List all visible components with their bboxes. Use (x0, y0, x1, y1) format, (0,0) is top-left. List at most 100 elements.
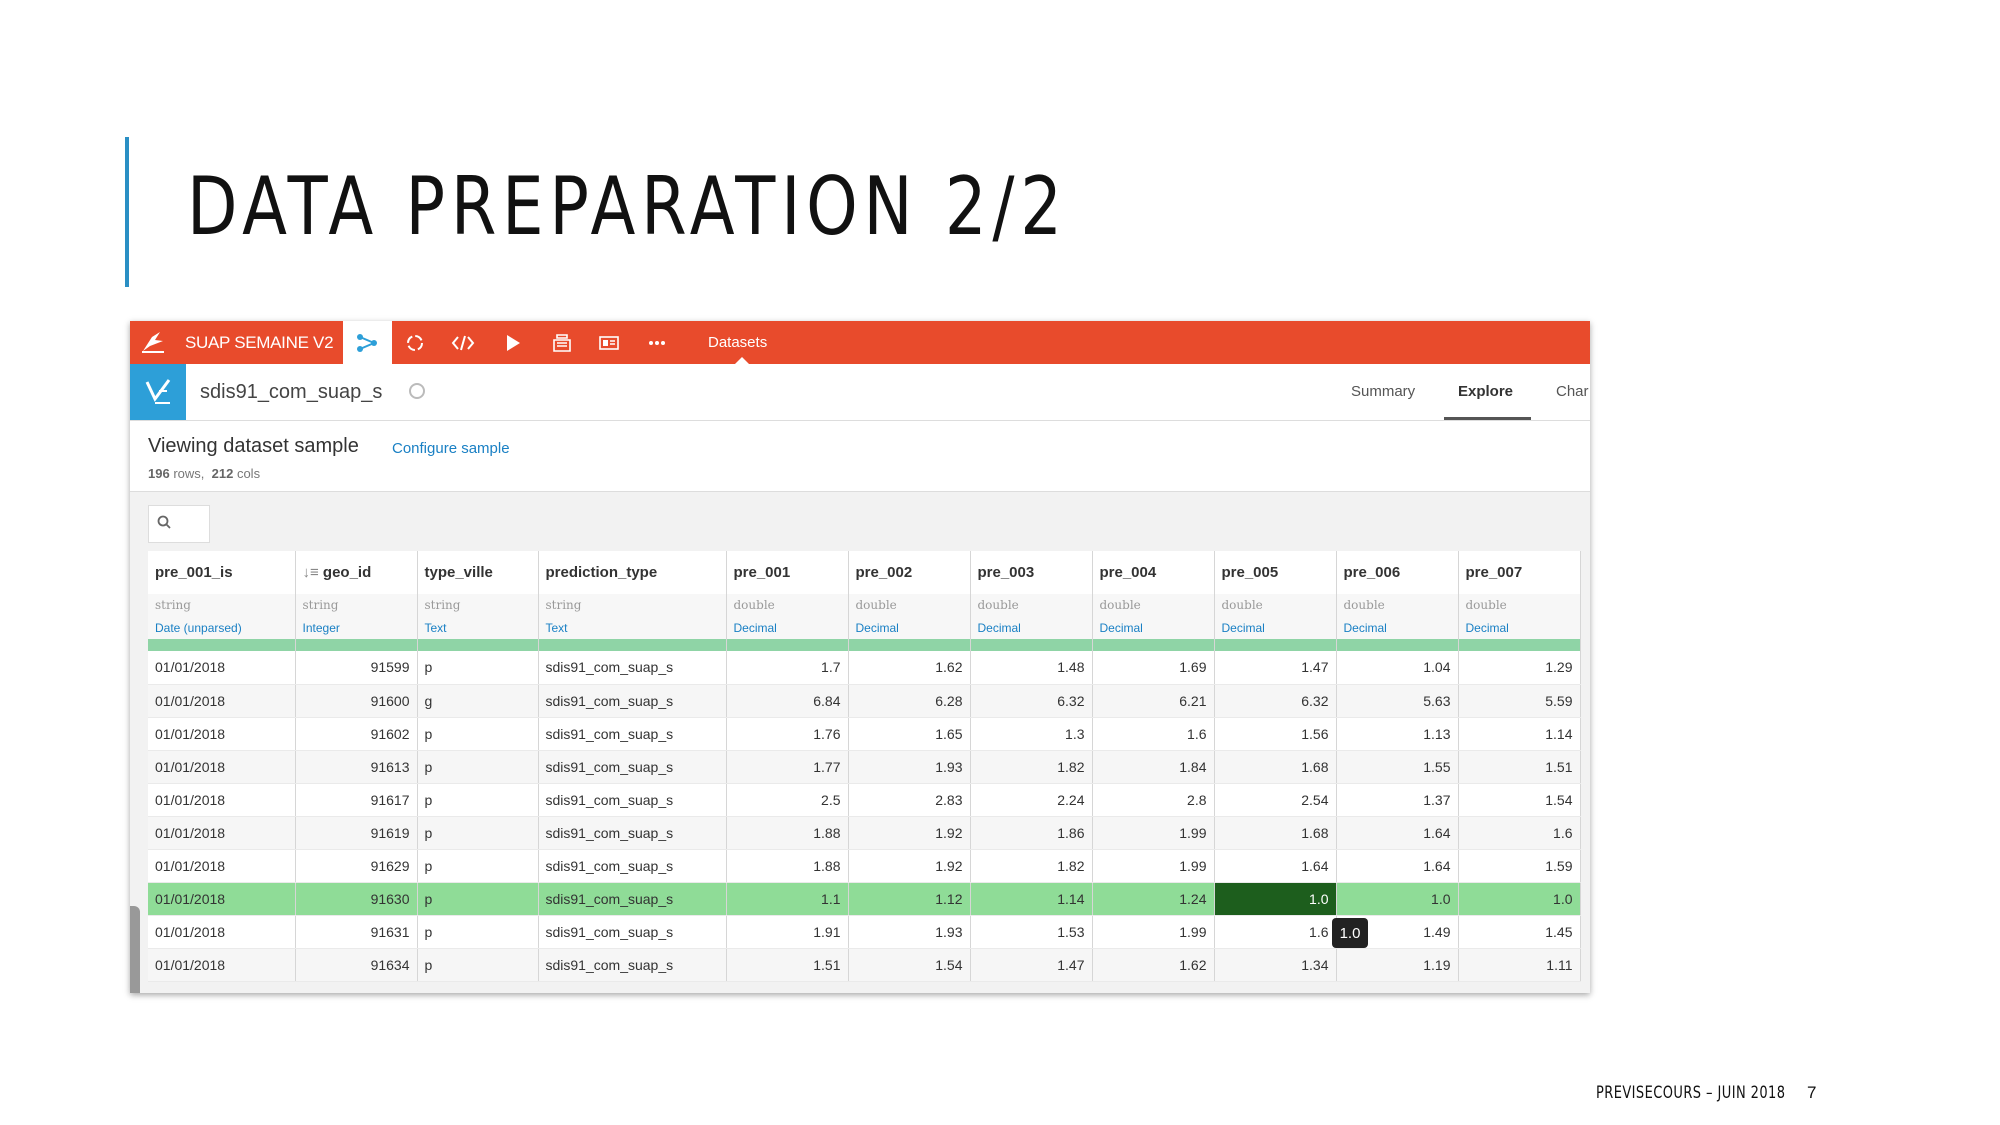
table-cell[interactable]: 01/01/2018 (148, 915, 296, 949)
table-cell[interactable]: 91602 (295, 717, 418, 751)
table-cell[interactable]: 1.6 (1458, 816, 1581, 850)
code-icon[interactable] (446, 321, 480, 364)
table-cell[interactable]: 1.19 (1336, 948, 1459, 982)
more-icon[interactable] (640, 321, 674, 364)
column-header[interactable]: pre_006 (1336, 551, 1459, 594)
column-header[interactable]: ↓≡ geo_id (295, 551, 418, 594)
flow-button[interactable] (343, 321, 392, 364)
table-cell[interactable]: p (417, 849, 539, 883)
table-cell[interactable]: 1.64 (1336, 816, 1459, 850)
column-meaning[interactable]: Decimal (1458, 616, 1581, 639)
table-cell[interactable]: sdis91_com_suap_s (538, 783, 727, 817)
table-cell[interactable]: 1.3 (970, 717, 1093, 751)
table-row[interactable]: 01/01/2018 91602 p sdis91_com_suap_s 1.76 1.6… (148, 717, 1581, 751)
table-cell[interactable]: 1.6 (1214, 915, 1337, 949)
table-row[interactable]: 01/01/2018 91617 p sdis91_com_suap_s 2.5 2.83… (148, 783, 1581, 817)
table-cell[interactable]: 1.51 (726, 948, 849, 982)
table-cell[interactable]: 1.14 (1458, 717, 1581, 751)
vertical-scroll-handle[interactable] (130, 906, 140, 993)
table-cell[interactable]: g (417, 684, 539, 718)
table-cell[interactable]: sdis91_com_suap_s (538, 816, 727, 850)
column-meaning[interactable]: Date (unparsed) (148, 616, 296, 639)
table-cell[interactable]: 1.82 (970, 750, 1093, 784)
column-meaning[interactable]: Integer (295, 616, 418, 639)
column-meaning[interactable]: Text (538, 616, 727, 639)
table-cell[interactable]: 1.88 (726, 816, 849, 850)
table-cell[interactable]: 1.14 (970, 882, 1093, 916)
table-cell[interactable]: 1.24 (1092, 882, 1215, 916)
search-input[interactable] (148, 505, 210, 543)
table-cell[interactable]: 1.82 (970, 849, 1093, 883)
table-cell[interactable]: 1.6 (1092, 717, 1215, 751)
column-meaning[interactable]: Decimal (1214, 616, 1337, 639)
table-cell[interactable]: 1.0 (1458, 882, 1581, 916)
column-meaning[interactable]: Decimal (1336, 616, 1459, 639)
table-cell[interactable]: sdis91_com_suap_s (538, 750, 727, 784)
bird-logo-icon[interactable] (140, 329, 166, 355)
table-cell[interactable]: 5.63 (1336, 684, 1459, 718)
column-header[interactable]: pre_004 (1092, 551, 1215, 594)
column-header[interactable]: type_ville (417, 551, 539, 594)
table-cell[interactable]: sdis91_com_suap_s (538, 948, 727, 982)
table-cell[interactable]: p (417, 816, 539, 850)
table-cell[interactable]: p (417, 651, 539, 685)
table-cell[interactable]: 01/01/2018 (148, 750, 296, 784)
table-cell[interactable]: 91599 (295, 651, 418, 685)
column-header[interactable]: pre_002 (848, 551, 971, 594)
table-cell[interactable]: 1.59 (1458, 849, 1581, 883)
table-cell[interactable]: p (417, 783, 539, 817)
table-cell[interactable]: 1.45 (1458, 915, 1581, 949)
table-cell[interactable]: 91631 (295, 915, 418, 949)
table-cell[interactable]: 1.77 (726, 750, 849, 784)
tab-explore[interactable]: Explore (1458, 364, 1513, 420)
table-cell[interactable]: 91630 (295, 882, 418, 916)
table-row[interactable]: 01/01/2018 91634 p sdis91_com_suap_s 1.51 1.5… (148, 948, 1581, 982)
table-cell[interactable]: sdis91_com_suap_s (538, 651, 727, 685)
table-cell[interactable]: 01/01/2018 (148, 684, 296, 718)
table-cell[interactable]: 1.64 (1214, 849, 1337, 883)
recipe-cycle-icon[interactable] (398, 321, 432, 364)
table-row[interactable]: 01/01/2018 91600 g sdis91_com_suap_s 6.84 6.2… (148, 684, 1581, 718)
table-cell[interactable]: sdis91_com_suap_s (538, 684, 727, 718)
table-cell[interactable]: 6.84 (726, 684, 849, 718)
table-cell[interactable]: 1.34 (1214, 948, 1337, 982)
table-cell[interactable]: p (417, 750, 539, 784)
table-cell[interactable]: 91619 (295, 816, 418, 850)
table-cell[interactable]: 1.54 (1458, 783, 1581, 817)
table-cell[interactable]: 91629 (295, 849, 418, 883)
table-row[interactable]: 01/01/2018 91619 p sdis91_com_suap_s 1.88 1.9… (148, 816, 1581, 850)
table-cell[interactable]: 01/01/2018 (148, 816, 296, 850)
table-cell[interactable]: 1.37 (1336, 783, 1459, 817)
edit-dataset-icon[interactable] (409, 383, 425, 399)
table-cell[interactable]: 1.88 (726, 849, 849, 883)
table-cell[interactable]: 91617 (295, 783, 418, 817)
table-cell[interactable]: 5.59 (1458, 684, 1581, 718)
table-cell[interactable]: 1.92 (848, 849, 971, 883)
table-cell[interactable]: 1.12 (848, 882, 971, 916)
column-meaning[interactable]: Text (417, 616, 539, 639)
table-cell[interactable]: 01/01/2018 (148, 849, 296, 883)
table-cell[interactable]: 1.54 (848, 948, 971, 982)
column-header[interactable]: pre_001 (726, 551, 849, 594)
table-cell[interactable]: 1.04 (1336, 651, 1459, 685)
table-cell[interactable]: 01/01/2018 (148, 948, 296, 982)
dashboard-icon[interactable] (592, 321, 626, 364)
table-cell[interactable]: 2.83 (848, 783, 971, 817)
table-cell[interactable]: sdis91_com_suap_s (538, 882, 727, 916)
table-cell[interactable]: 1.29 (1458, 651, 1581, 685)
table-cell[interactable]: 1.68 (1214, 750, 1337, 784)
table-cell[interactable]: 1.48 (970, 651, 1093, 685)
table-cell[interactable]: 2.24 (970, 783, 1093, 817)
table-cell[interactable]: p (417, 948, 539, 982)
table-cell[interactable]: 1.92 (848, 816, 971, 850)
configure-sample-link[interactable]: Configure sample (392, 440, 510, 457)
table-cell[interactable]: 1.99 (1092, 816, 1215, 850)
table-cell[interactable]: 2.5 (726, 783, 849, 817)
table-cell[interactable]: 01/01/2018 (148, 651, 296, 685)
table-cell[interactable]: sdis91_com_suap_s (538, 915, 727, 949)
table-cell[interactable]: 01/01/2018 (148, 717, 296, 751)
column-header[interactable]: pre_001_is (148, 551, 296, 594)
table-cell[interactable]: 91634 (295, 948, 418, 982)
table-row[interactable]: 01/01/2018 91629 p sdis91_com_suap_s 1.88 1.9… (148, 849, 1581, 883)
table-cell[interactable]: 1.99 (1092, 849, 1215, 883)
